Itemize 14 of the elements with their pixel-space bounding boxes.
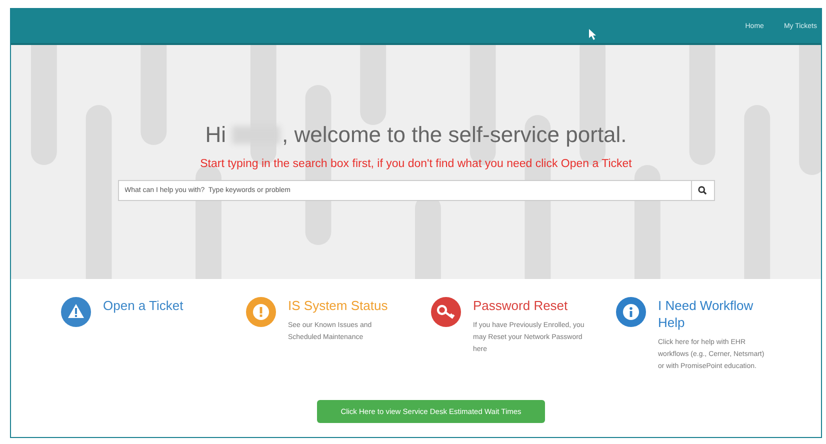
warning-icon[interactable]: [61, 297, 91, 327]
tile-title-link[interactable]: Open a Ticket: [103, 297, 215, 314]
cursor-icon: [589, 29, 597, 40]
tile-title-link[interactable]: I Need Workflow Help: [658, 297, 770, 331]
info-icon[interactable]: [616, 297, 646, 327]
tile-title-link[interactable]: IS System Status: [288, 297, 400, 314]
key-icon[interactable]: [431, 297, 461, 327]
greeting-text: Hi: [205, 122, 226, 148]
search-icon: [698, 186, 707, 195]
tile-title-link[interactable]: Password Reset: [473, 297, 585, 314]
search-button[interactable]: [690, 180, 714, 201]
welcome-title: , welcome to the self-service portal.: [282, 122, 627, 148]
search-hint: Start typing in the search box first, if you don't find what you need click Open a Ticket: [200, 158, 632, 170]
alert-icon[interactable]: [246, 297, 276, 327]
